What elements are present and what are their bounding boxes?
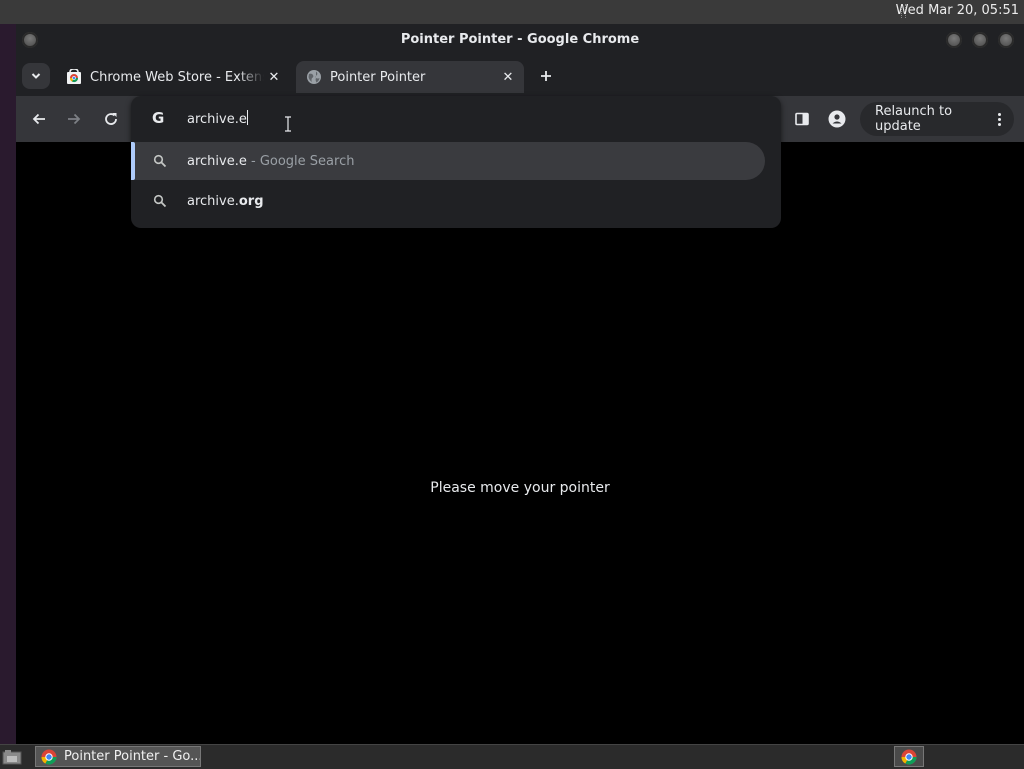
new-tab-button[interactable] [536, 66, 556, 86]
side-panel-button[interactable] [792, 109, 812, 129]
close-tab-icon[interactable]: ✕ [498, 67, 518, 87]
back-button[interactable] [27, 107, 51, 131]
omnibox-dropdown: G archive.e archive.e - Google Search ar… [131, 96, 781, 228]
tab-label: Chrome Web Store - Extensions [90, 69, 264, 85]
close-window-button[interactable] [998, 32, 1014, 48]
suggestion-google-search[interactable]: archive.e - Google Search [131, 142, 765, 180]
relaunch-to-update-button[interactable]: Relaunch to update [860, 102, 1014, 136]
suggestion-text: archive.e [187, 153, 247, 169]
relaunch-label: Relaunch to update [875, 104, 953, 134]
chrome-web-store-icon [67, 69, 81, 84]
window-title: Pointer Pointer - Google Chrome [400, 32, 640, 47]
chrome-window: Pointer Pointer - Google Chrome Chrome W… [16, 24, 1024, 744]
suggestion-bold: org [238, 193, 264, 209]
address-bar-value: archive.e [187, 112, 247, 127]
tab-strip: Chrome Web Store - Extensions ✕ Pointer … [16, 56, 1024, 96]
arrow-right-icon [68, 113, 81, 125]
tab-search-button[interactable] [22, 63, 50, 89]
text-caret [246, 110, 248, 125]
system-top-bar: Wed Mar 20, 05:51 [0, 0, 1024, 24]
google-g-icon: G [152, 109, 165, 127]
taskbar: Pointer Pointer - Go... [0, 744, 1024, 769]
search-icon [153, 194, 167, 208]
suggestion-archive-org[interactable]: archive. org [131, 182, 781, 220]
tab-chrome-web-store[interactable]: Chrome Web Store - Extensions ✕ [56, 61, 290, 93]
taskbar-task-chrome[interactable]: Pointer Pointer - Go... [35, 746, 201, 767]
window-titlebar[interactable]: Pointer Pointer - Google Chrome [16, 24, 1024, 56]
ibeam-cursor-icon [285, 116, 291, 132]
taskbar-task-label: Pointer Pointer - Go... [64, 749, 200, 764]
chevron-down-icon [31, 73, 41, 79]
search-icon [153, 154, 167, 168]
arrow-left-icon [32, 113, 45, 125]
page-message: Please move your pointer [430, 480, 610, 496]
suggestion-text: archive. [187, 193, 239, 209]
tray-chrome[interactable] [894, 746, 924, 767]
profile-button[interactable] [826, 108, 848, 130]
desktop-background [0, 24, 16, 744]
reload-icon [105, 113, 117, 125]
reload-button[interactable] [99, 107, 123, 131]
side-panel-icon [795, 112, 809, 126]
minimize-button[interactable] [946, 32, 962, 48]
suggestion-suffix: - Google Search [246, 153, 355, 169]
chrome-icon [901, 749, 917, 765]
maximize-button[interactable] [972, 32, 988, 48]
more-vert-icon[interactable] [994, 112, 1004, 126]
tab-label: Pointer Pointer [330, 69, 426, 85]
show-desktop-icon[interactable] [2, 749, 22, 765]
globe-icon [307, 70, 321, 84]
forward-button[interactable] [62, 107, 86, 131]
system-clock[interactable]: Wed Mar 20, 05:51 [896, 3, 1019, 18]
chrome-icon [41, 749, 57, 765]
tab-pointer-pointer[interactable]: Pointer Pointer ✕ [296, 61, 524, 93]
close-tab-icon[interactable]: ✕ [264, 67, 284, 87]
person-icon [828, 110, 846, 128]
address-bar-input[interactable]: G archive.e [131, 96, 781, 142]
plus-icon [541, 71, 551, 81]
